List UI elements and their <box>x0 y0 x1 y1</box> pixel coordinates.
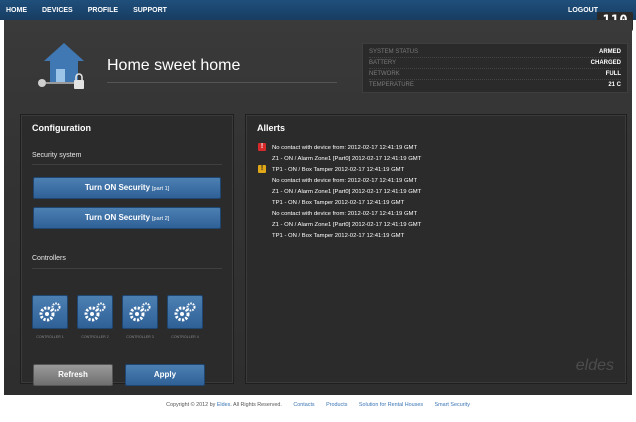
status-row: TEMPERATURE 21 C <box>369 80 621 91</box>
status-value: CHARGED <box>590 60 621 66</box>
alert-text: Z1 - ON / Alarm Zone1 [Part0] 2012-02-17… <box>272 155 422 162</box>
controller-1-button[interactable] <box>32 295 68 329</box>
alert-text: No contact with device from: 2012-02-17 … <box>272 210 418 217</box>
nav-profile[interactable]: PROFILE <box>88 7 118 14</box>
button-part-label: [part 1] <box>152 186 170 192</box>
alert-item: ! No contact with device from: 2012-02-17… <box>258 142 618 153</box>
turn-on-security-part2-button[interactable]: Turn ON Security [part 2] <box>33 207 221 229</box>
alert-item: ! TP1 - ON / Box Tamper 2012-02-17 12:41:… <box>258 164 618 175</box>
gears-icon <box>174 302 196 322</box>
alert-text: Z1 - ON / Alarm Zone1 [Part0] 2012-02-17… <box>272 188 422 195</box>
configuration-panel: Configuration Security system Turn ON Se… <box>20 114 234 386</box>
alert-item: Z1 - ON / Alarm Zone1 [Part0] 2012-02-17… <box>258 186 618 197</box>
alert-item: TP1 - ON / Box Tamper 2012-02-17 12:41:1… <box>258 230 618 241</box>
controller-3-button[interactable] <box>122 295 158 329</box>
error-icon: ! <box>258 143 266 151</box>
footer: Copyright © 2012 by Eldes. All Rights Re… <box>0 402 636 408</box>
controller-label: CONTROLLER 1 <box>36 335 64 339</box>
footer-link-rental-houses[interactable]: Solution for Rental Houses <box>359 402 423 408</box>
logout-link[interactable]: LOGOUT <box>568 7 598 14</box>
controller-1: CONTROLLER 1 <box>32 295 68 339</box>
footer-link-smart-security[interactable]: Smart Security <box>435 402 470 408</box>
status-value: 21 C <box>608 82 621 88</box>
security-system-label: Security system <box>32 152 82 159</box>
controller-label: CONTROLLER 3 <box>126 335 154 339</box>
gears-icon <box>84 302 106 322</box>
nav-items: HOME DEVICES PROFILE SUPPORT <box>0 7 182 14</box>
home-security-logo-icon <box>38 43 84 89</box>
section-divider <box>32 268 222 269</box>
turn-on-security-part1-button[interactable]: Turn ON Security [part 1] <box>33 177 221 199</box>
refresh-button[interactable]: Refresh <box>33 364 113 386</box>
controller-4: CONTROLLER 4 <box>167 295 203 339</box>
nav-devices[interactable]: DEVICES <box>42 7 73 14</box>
alert-text: TP1 - ON / Box Tamper 2012-02-17 12:41:1… <box>272 166 405 173</box>
warning-icon: ! <box>258 165 266 173</box>
top-nav-bar: HOME DEVICES PROFILE SUPPORT LOGOUT <box>0 0 636 20</box>
alerts-title: Allerts <box>257 123 286 133</box>
status-row: NETWORK FULL <box>369 69 621 80</box>
alert-text: TP1 - ON / Box Tamper 2012-02-17 12:41:1… <box>272 232 405 239</box>
configuration-title: Configuration <box>32 123 91 133</box>
title-divider <box>107 82 337 83</box>
alerts-list: ! No contact with device from: 2012-02-17… <box>258 142 618 241</box>
copyright-prefix: Copyright © 2012 by <box>166 402 217 408</box>
page-title: Home sweet home <box>107 57 241 74</box>
status-row: BATTERY CHARGED <box>369 58 621 69</box>
status-value: FULL <box>605 71 621 77</box>
alert-text: TP1 - ON / Box Tamper 2012-02-17 12:41:1… <box>272 199 405 206</box>
section-divider <box>32 164 222 165</box>
nav-support[interactable]: SUPPORT <box>133 7 167 14</box>
alert-item: No contact with device from: 2012-02-17 … <box>258 175 618 186</box>
status-key: SYSTEM STATUS <box>369 49 419 55</box>
button-label: Turn ON Security <box>84 183 151 192</box>
controller-label: CONTROLLER 4 <box>171 335 199 339</box>
alert-item: Z1 - ON / Alarm Zone1 [Part0] 2012-02-17… <box>258 219 618 230</box>
footer-link-products[interactable]: Products <box>326 402 347 408</box>
alert-item: Z1 - ON / Alarm Zone1 [Part0] 2012-02-17… <box>258 153 618 164</box>
main-area: Home sweet home SYSTEM STATUS ARMED BATTE… <box>4 20 632 395</box>
gears-icon <box>129 302 151 322</box>
status-key: BATTERY <box>369 60 397 66</box>
alert-item: No contact with device from: 2012-02-17 … <box>258 208 618 219</box>
controller-4-button[interactable] <box>167 295 203 329</box>
alert-item: TP1 - ON / Box Tamper 2012-02-17 12:41:1… <box>258 197 618 208</box>
eldes-logo: eldes <box>575 357 614 374</box>
footer-link-contacts[interactable]: Contacts <box>293 402 314 408</box>
status-key: TEMPERATURE <box>369 82 414 88</box>
copyright-suffix: . All Rights Reserved. <box>230 402 282 408</box>
button-part-label: [part 2] <box>152 216 170 222</box>
alert-text: No contact with device from: 2012-02-17 … <box>272 177 418 184</box>
status-value: ARMED <box>599 49 621 55</box>
controller-label: CONTROLLER 2 <box>81 335 109 339</box>
nav-home[interactable]: HOME <box>6 7 27 14</box>
gears-icon <box>39 302 61 322</box>
status-key: NETWORK <box>369 71 400 77</box>
alert-text: Z1 - ON / Alarm Zone1 [Part0] 2012-02-17… <box>272 221 422 228</box>
controller-2-button[interactable] <box>77 295 113 329</box>
controllers-label: Controllers <box>32 255 66 262</box>
controller-2: CONTROLLER 2 <box>77 295 113 339</box>
status-box: SYSTEM STATUS ARMED BATTERY CHARGED NETWOR… <box>362 43 628 93</box>
alert-text: No contact with device from: 2012-02-17 … <box>272 144 418 151</box>
alerts-panel: Allerts ! No contact with device from: 20… <box>245 114 627 384</box>
controllers-row: CONTROLLER 1 CONTROLLER 2 CONTROLLER 3 C… <box>32 295 203 339</box>
company-link[interactable]: Eldes <box>217 402 231 408</box>
button-label: Turn ON Security <box>84 213 151 222</box>
status-row: SYSTEM STATUS ARMED <box>369 47 621 58</box>
apply-button[interactable]: Apply <box>125 364 205 386</box>
controller-3: CONTROLLER 3 <box>122 295 158 339</box>
